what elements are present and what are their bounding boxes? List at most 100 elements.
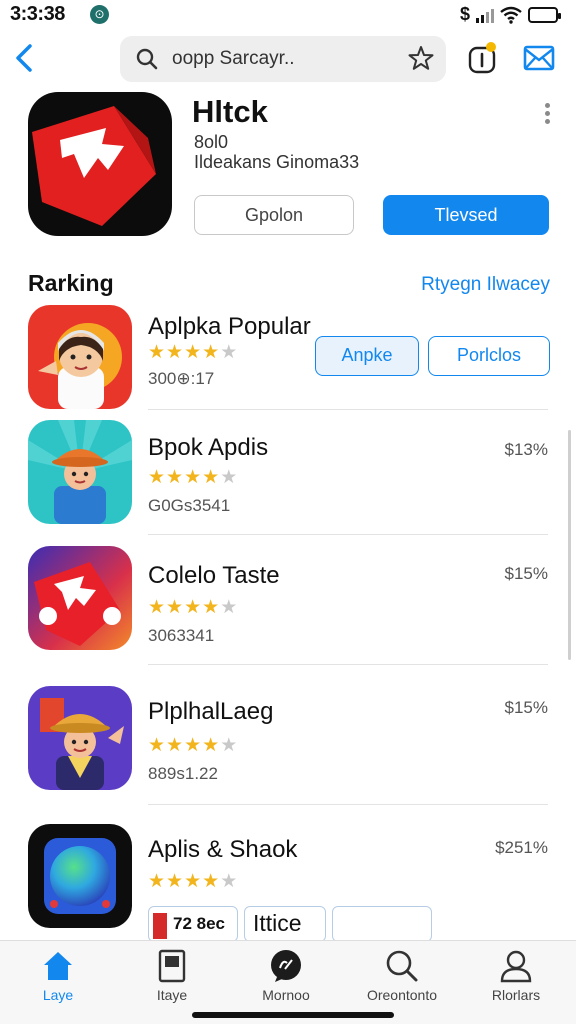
- status-badge: ⊙: [90, 5, 109, 24]
- app-name: Bpok Apdis: [148, 434, 269, 461]
- star-icon: ★: [148, 342, 167, 363]
- peek-chip[interactable]: 72 8ec: [148, 906, 238, 942]
- secondary-button[interactable]: Gpolon: [194, 195, 354, 235]
- app-subtitle: 8ol0: [194, 132, 229, 152]
- divider: [148, 409, 548, 410]
- app-header: Hltck 8ol0 Ildeakans Ginoma33 Gpolon Tle…: [0, 90, 576, 250]
- tab-profile[interactable]: Rlorlars: [466, 949, 566, 1015]
- tab-messages[interactable]: Mornoo: [236, 949, 336, 1015]
- app-name: Aplpka Popular: [148, 313, 311, 340]
- chip-label: Ittice: [253, 910, 302, 936]
- tab-library[interactable]: Itaye: [122, 949, 222, 1015]
- details-button[interactable]: Porlclos: [428, 336, 550, 376]
- star-rating: ★★★★★: [148, 341, 238, 364]
- carrier-glyph: $: [459, 4, 470, 24]
- app-price: $15%: [504, 698, 548, 717]
- app-logo-icon: [32, 106, 156, 226]
- status-bar: 3:3:38 ⊙ $: [0, 0, 576, 30]
- app-price: $251%: [495, 838, 548, 857]
- app-icon[interactable]: [28, 92, 172, 236]
- scrollbar[interactable]: [568, 430, 571, 660]
- star-rating: ★★★★★: [148, 596, 238, 619]
- peek-chip[interactable]: [332, 906, 432, 942]
- battery-icon: [528, 6, 561, 23]
- chip-label: 72 8ec: [173, 914, 225, 933]
- back-icon[interactable]: [10, 40, 40, 76]
- star-rating: ★★★★★: [148, 734, 238, 757]
- star-icon: ★: [184, 597, 203, 618]
- tab-label: Oreontonto: [366, 987, 438, 1003]
- cowboy-avatar-icon: [28, 686, 132, 790]
- app-title: Hltck: [192, 94, 268, 129]
- divider: [148, 804, 548, 805]
- tab-search[interactable]: Oreontonto: [352, 949, 452, 1015]
- search-icon: [386, 950, 418, 982]
- primary-button[interactable]: Tlevsed: [383, 195, 549, 235]
- home-indicator: [192, 1012, 394, 1018]
- notification-icon[interactable]: [466, 40, 498, 76]
- chat-icon: [271, 950, 301, 982]
- chip-flag-icon: [153, 913, 167, 939]
- star-icon: ★: [184, 467, 203, 488]
- app-name: Colelo Taste: [148, 562, 280, 589]
- star-rating: ★★★★★: [148, 466, 238, 489]
- tab-home[interactable]: Laye: [8, 949, 108, 1015]
- app-icon[interactable]: [28, 686, 132, 790]
- app-meta: 889s1.22: [148, 764, 218, 783]
- app-name: PlplhalLaeg: [148, 698, 274, 725]
- inbox-icon[interactable]: [522, 44, 556, 72]
- app-developer: Ildeakans Ginoma33: [194, 152, 360, 172]
- star-icon: ★: [184, 871, 203, 892]
- star-icon: ★: [202, 342, 221, 363]
- peek-chip[interactable]: Ittice: [244, 906, 326, 942]
- star-icon: ★: [202, 871, 221, 892]
- bookmark-icon: [158, 949, 186, 983]
- boy-avatar-icon: [28, 420, 132, 524]
- star-icon: ★: [166, 597, 185, 618]
- game-logo-icon: [28, 546, 132, 650]
- star-icon: ★: [166, 467, 185, 488]
- tab-label: Laye: [42, 987, 74, 1003]
- list-item[interactable]: PlplhalLaeg ★★★★★ 889s1.22 $15%: [0, 686, 576, 806]
- status-indicators: $: [459, 4, 561, 25]
- divider: [148, 534, 548, 535]
- star-icon: ★: [202, 467, 221, 488]
- app-meta: G0Gs3541: [148, 496, 231, 515]
- star-icon: ★: [220, 871, 239, 892]
- get-button[interactable]: Anpke: [315, 336, 419, 376]
- star-icon: ★: [220, 467, 239, 488]
- star-icon: ★: [220, 735, 239, 756]
- star-icon[interactable]: [408, 45, 434, 71]
- star-icon: ★: [202, 597, 221, 618]
- tab-label: Itaye: [156, 987, 188, 1003]
- app-icon[interactable]: [28, 305, 132, 409]
- person-icon: [500, 950, 532, 983]
- list-item[interactable]: Aplpka Popular ★★★★★ 300⊕:17 Anpke Porlc…: [0, 305, 576, 411]
- home-icon: [44, 952, 72, 980]
- app-price: $15%: [504, 564, 548, 583]
- list-item[interactable]: Bpok Apdis ★★★★★ G0Gs3541 $13%: [0, 420, 576, 540]
- girl-avatar-icon: [28, 305, 132, 409]
- see-all-link[interactable]: Rtyegn Ilwacey: [421, 274, 550, 296]
- app-icon[interactable]: [28, 420, 132, 524]
- camera-globe-icon: [28, 824, 132, 928]
- search-query: oopp Sarcayr..: [172, 48, 295, 69]
- more-options-icon[interactable]: [538, 100, 556, 124]
- wifi-icon: [500, 6, 522, 24]
- app-icon[interactable]: [28, 824, 132, 928]
- ranking-section-header: Rarking Rtyegn Ilwacey: [0, 268, 576, 302]
- signal-icon: [476, 7, 494, 23]
- list-item[interactable]: Colelo Taste ★★★★★ 3063341 $15%: [0, 546, 576, 666]
- app-name: Aplis & Shaok: [148, 836, 298, 863]
- star-icon: ★: [202, 735, 221, 756]
- app-meta: 3063341: [148, 626, 215, 645]
- search-icon: [136, 48, 158, 70]
- divider: [148, 664, 548, 665]
- star-icon: ★: [184, 342, 203, 363]
- star-icon: ★: [148, 467, 167, 488]
- search-input[interactable]: oopp Sarcayr..: [120, 36, 446, 82]
- star-icon: ★: [166, 735, 185, 756]
- star-icon: ★: [166, 871, 185, 892]
- app-icon[interactable]: [28, 546, 132, 650]
- app-meta: 300⊕:17: [148, 369, 215, 388]
